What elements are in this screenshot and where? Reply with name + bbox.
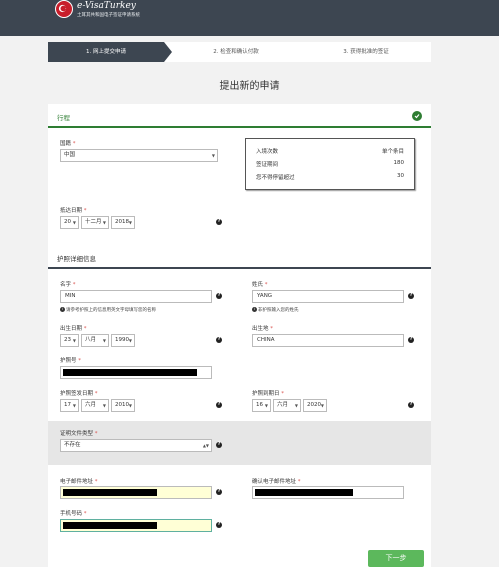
step-3: 3. 获得批准的签证 <box>343 49 389 55</box>
redacted-value <box>63 489 157 496</box>
page-title: 提出新的申请 <box>219 81 280 92</box>
help-icon[interactable]: ? <box>216 522 222 528</box>
trip-section-header: 行程 <box>48 104 431 128</box>
confirm-email-label: 确认电子邮件地址 * <box>252 479 301 485</box>
dob-label: 出生日期 * <box>60 326 87 332</box>
doc-type-label: 证明文件类型 * <box>60 431 98 437</box>
dob-day-select[interactable]: 23 ▼ <box>60 334 79 347</box>
country-select[interactable]: 中国 ▼ <box>60 149 218 162</box>
help-icon[interactable]: ? <box>216 442 222 448</box>
confirm-email-field[interactable] <box>252 486 404 499</box>
country-label: 国籍 * <box>60 141 76 147</box>
info-row-entries: 入境次数 单个条目 <box>256 149 404 155</box>
help-icon[interactable]: ? <box>216 402 222 408</box>
pob-input[interactable]: CHINA <box>252 334 404 347</box>
progress-steps: 1. 网上提交申请 2. 检查和确认付款 3. 获得批准的签证 <box>48 42 431 62</box>
passport-section-header: 护照详细信息 <box>48 245 431 269</box>
phone-label: 手机号码 * <box>60 511 87 517</box>
passport-number-label: 护照号 * <box>60 358 82 364</box>
issue-year-select[interactable]: 2010 ▼ <box>111 399 135 412</box>
arrival-date-label: 抵达日期 * <box>60 208 87 214</box>
given-name-label: 名字 * <box>60 282 76 288</box>
dob-year-select[interactable]: 1990 ▼ <box>111 334 135 347</box>
issue-month-select[interactable]: 六月 ▼ <box>81 399 109 412</box>
issue-day-select[interactable]: 17 ▼ <box>60 399 79 412</box>
help-icon[interactable]: ? <box>408 293 414 299</box>
email-field[interactable] <box>60 486 212 499</box>
dob-month-select[interactable]: 八月 ▼ <box>81 334 109 347</box>
given-name-hint: i 请参考护照上的信息用英文字母填写您的名称 <box>60 307 156 313</box>
surname-label: 姓氏 * <box>252 282 268 288</box>
help-icon[interactable]: ? <box>216 293 222 299</box>
expiry-month-select[interactable]: 六月 ▼ <box>273 399 301 412</box>
info-row-validity: 签证期间 180 <box>256 160 404 168</box>
next-button[interactable]: 下一步 <box>368 550 424 567</box>
help-icon[interactable]: ? <box>216 489 222 495</box>
pob-label: 出生地 * <box>252 326 274 332</box>
surname-input[interactable]: YANG <box>252 290 404 303</box>
visa-info-box: 入境次数 单个条目 签证期间 180 您不得停留超过 30 <box>245 138 415 190</box>
step-1: 1. 网上提交申请 <box>48 42 164 62</box>
help-icon[interactable]: ? <box>408 337 414 343</box>
brand-title[interactable]: e-VisaTurkey <box>77 1 136 11</box>
trip-section-title: 行程 <box>57 114 70 122</box>
redacted-value <box>63 369 197 376</box>
help-icon[interactable]: ? <box>408 402 414 408</box>
help-icon[interactable]: ? <box>216 337 222 343</box>
arrival-month-select[interactable]: 十二月 ▼ <box>81 216 109 229</box>
expiry-year-select[interactable]: 2020 ▼ <box>303 399 327 412</box>
arrival-day-select[interactable]: 20 ▼ <box>60 216 79 229</box>
expiry-day-select[interactable]: 16 ▼ <box>252 399 271 412</box>
info-icon: i <box>252 307 257 312</box>
application-form: 行程 国籍 * 中国 ▼ 入境次数 单个条目 签证期间 180 您不得停留超过 30 抵… <box>48 104 431 567</box>
info-row-max-stay: 您不得停留超过 30 <box>256 173 404 181</box>
info-icon: i <box>60 307 65 312</box>
issue-date-label: 护照签发日期 * <box>60 391 98 397</box>
passport-section-title: 护照详细信息 <box>57 255 96 263</box>
turkey-flag-logo-icon[interactable] <box>55 0 73 18</box>
step-arrow <box>164 42 172 62</box>
doc-type-select[interactable]: 不存在 ▲▼ <box>60 439 212 452</box>
arrival-year-select[interactable]: 2018 ▼ <box>111 216 135 229</box>
given-name-input[interactable]: MIN <box>60 290 212 303</box>
chevron-down-icon: ▼ <box>211 153 215 158</box>
expiry-date-label: 护照到期日 * <box>252 391 285 397</box>
step-2: 2. 检查和确认付款 <box>213 49 259 55</box>
help-icon[interactable]: ? <box>216 219 222 225</box>
check-icon <box>412 111 422 121</box>
site-header: e-VisaTurkey 土耳其共和国电子签证申请系统 <box>0 0 499 36</box>
passport-number-input[interactable] <box>60 366 212 379</box>
redacted-value <box>255 489 353 496</box>
surname-hint: i 非护照输入您的姓氏 <box>252 307 299 313</box>
email-label: 电子邮件地址 * <box>60 479 98 485</box>
redacted-value <box>63 522 157 529</box>
phone-field[interactable] <box>60 519 212 532</box>
brand-subtitle: 土耳其共和国电子签证申请系统 <box>77 13 140 18</box>
